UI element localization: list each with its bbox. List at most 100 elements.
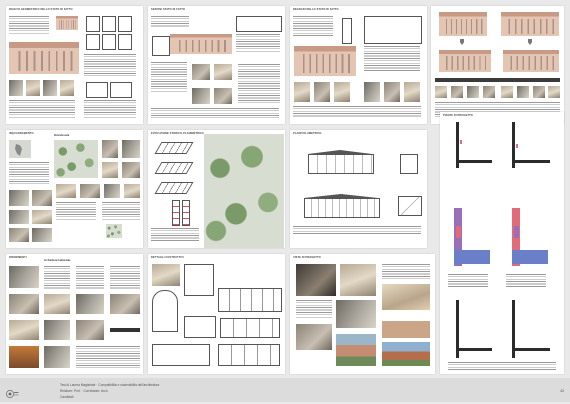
text-block <box>364 46 420 72</box>
legend <box>448 362 556 370</box>
text-block <box>238 64 280 104</box>
floor-plan <box>448 122 494 168</box>
color-plan <box>448 208 494 266</box>
board-title: Viste di progetto <box>293 256 321 259</box>
detail-photo <box>294 82 310 102</box>
render-view <box>382 284 430 310</box>
text-block <box>9 16 49 34</box>
arrow-icon <box>460 39 464 45</box>
render-view <box>382 314 430 338</box>
site-photo <box>32 210 52 224</box>
text-block <box>44 266 70 290</box>
detail-photo <box>43 80 57 96</box>
interior-view <box>296 264 336 296</box>
detail-photo <box>214 88 232 104</box>
section-drawing <box>342 18 352 44</box>
small-map <box>106 224 122 238</box>
detail-drawing <box>110 82 132 98</box>
city-map <box>54 140 98 178</box>
board-planivolumetric: Planivolumetrico <box>290 130 427 248</box>
detail-photo <box>483 86 495 98</box>
site-plan <box>204 134 284 248</box>
roof-line <box>304 194 378 198</box>
window-detail <box>118 34 132 50</box>
text-block <box>9 100 75 118</box>
floor-plan <box>506 300 552 358</box>
text-block <box>76 266 104 290</box>
site-photo <box>32 190 52 206</box>
text-block <box>293 226 421 234</box>
page-number: 43 <box>560 389 564 393</box>
detail-photo <box>467 86 479 98</box>
board-title: Degradi dello stato di fatto <box>293 8 339 11</box>
site-photo <box>9 210 29 224</box>
detail-drawing <box>220 318 280 338</box>
detail-photo <box>192 88 210 104</box>
window-detail <box>102 16 116 32</box>
window-frame <box>152 290 178 332</box>
reference-photo <box>9 294 39 314</box>
reference-photo <box>110 320 140 340</box>
site-photo <box>9 228 29 242</box>
text-block <box>110 266 140 290</box>
detail-drawing <box>218 344 280 366</box>
board-title: Rilievo geometrico dello stato di fatto <box>9 8 73 11</box>
site-photo <box>9 190 29 206</box>
detail-photo <box>26 80 40 96</box>
board-existing-sections: Sezioni stato di fatto <box>148 6 285 124</box>
text-block <box>56 202 96 220</box>
building-view <box>503 50 559 72</box>
detail-photo <box>404 82 420 102</box>
interior-view <box>340 264 376 296</box>
site-photo <box>80 184 100 198</box>
reference-photo <box>44 346 70 368</box>
detail-photo <box>501 86 513 98</box>
detail-photo <box>364 82 380 102</box>
floor-plan <box>448 300 494 358</box>
axonometric-drawing <box>154 182 194 194</box>
board-title: Piante di progetto <box>443 114 473 117</box>
section-elevation <box>170 34 232 54</box>
board-construction-details: Dettagli costruttivi <box>148 254 285 374</box>
board-survey-facades: Rilievo geometrico dello stato di fatto <box>6 6 143 124</box>
detail-photo <box>384 82 400 102</box>
detail-photo <box>214 64 232 80</box>
site-photo <box>104 184 120 198</box>
detail-photo <box>334 82 350 102</box>
text-block <box>102 202 140 220</box>
text-block <box>84 54 136 76</box>
detail-photo <box>9 80 23 96</box>
text-block <box>296 300 332 318</box>
board-title: Planivolumetrico <box>293 132 322 135</box>
detail-photo <box>451 86 463 98</box>
building-view <box>439 50 491 72</box>
window-detail <box>102 34 116 50</box>
board-title: Inquadramento <box>9 132 34 135</box>
site-photo <box>124 184 140 198</box>
reference-photo <box>9 266 39 288</box>
board-context: Inquadramento Domodossola <box>6 130 143 248</box>
axonometric-drawing <box>154 162 194 174</box>
detail-drawing <box>218 288 282 312</box>
arrow-icon <box>528 39 532 45</box>
board-references: Riferimenti Architettura tradizionale <box>6 254 143 374</box>
section-drawing <box>152 36 170 56</box>
board-title: Evoluzione storico-planimetrica <box>151 132 204 135</box>
detail-photo <box>60 80 74 96</box>
column-header: Architettura tradizionale <box>44 260 71 262</box>
section-drawing <box>308 154 374 174</box>
section-drawing <box>400 154 418 174</box>
detail-drawing <box>152 344 210 366</box>
interior-view <box>296 324 332 350</box>
board-photo-comparison <box>431 6 564 124</box>
window-detail <box>86 16 100 32</box>
footer-line-3: Candidati <box>60 395 74 399</box>
section-drawing <box>304 198 380 218</box>
detail-photo <box>435 86 447 98</box>
floor-plan <box>506 122 552 168</box>
staircase-section <box>398 196 422 216</box>
exterior-view <box>336 334 376 366</box>
footer-line-1: Tesi di Laurea Magistrale · Compatibilit… <box>60 383 160 387</box>
detail-drawing <box>184 316 216 338</box>
facade-drawing-small <box>56 16 78 30</box>
